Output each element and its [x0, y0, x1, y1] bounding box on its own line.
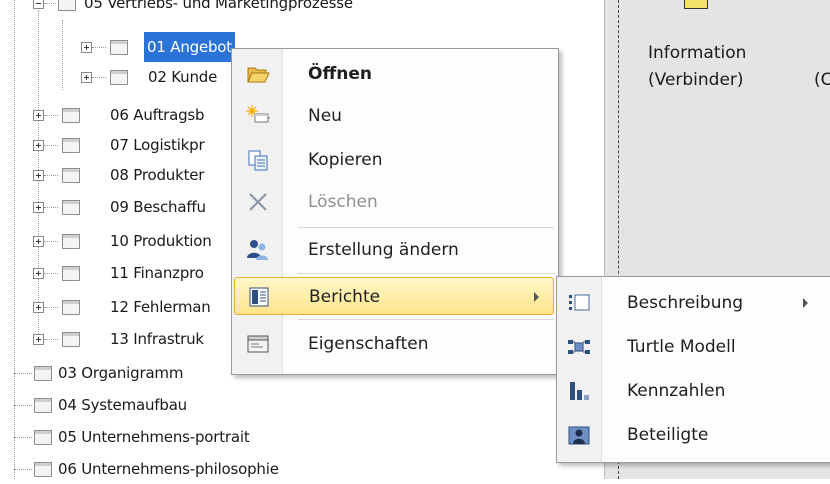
tree-item[interactable]: 05 Unternehmens-portrait — [0, 422, 600, 452]
menu-item-label: Erstellung ändern — [308, 240, 459, 260]
tree-item-label: 05 Vertriebs- und Marketingprozesse — [84, 0, 353, 12]
connector-label-line2: (Verbinder) — [648, 70, 744, 90]
folder-icon — [62, 266, 80, 281]
tree-item-label: 06 Auftragsb — [110, 106, 205, 124]
submenu-item-description[interactable]: Beschreibung — [559, 281, 830, 325]
menu-item-delete[interactable]: Löschen — [234, 183, 554, 221]
tree-item-label: 02 Kunde — [148, 68, 218, 86]
menu-separator — [298, 273, 554, 274]
folder-icon — [62, 108, 80, 123]
tree-item-label: 07 Logistikpr — [110, 136, 205, 154]
expand-icon[interactable] — [81, 42, 92, 53]
menu-separator — [298, 319, 554, 320]
folder-icon — [34, 462, 52, 477]
folder-icon — [110, 40, 128, 55]
tree-item-label: 01 Angebot — [144, 32, 235, 62]
submenu-arrow-icon — [534, 292, 539, 302]
expand-icon[interactable] — [33, 140, 44, 151]
tree-item-label: 03 Organigramm — [58, 364, 184, 382]
menu-item-copy[interactable]: Kopieren — [234, 141, 554, 179]
folder-icon — [34, 366, 52, 381]
menu-item-label: Öffnen — [308, 64, 372, 84]
tree-item-label: 08 Produkter — [110, 166, 205, 184]
expand-icon[interactable] — [33, 170, 44, 181]
tree-item-label: 13 Infrastruk — [110, 330, 204, 348]
new-item-icon — [246, 105, 270, 123]
context-menu: Öffnen Neu Kopieren Löschen Erstellung ä… — [231, 48, 559, 375]
tree-item-label: 06 Unternehmens-philosophie — [58, 460, 279, 478]
tree-item-label: 05 Unternehmens-portrait — [58, 428, 250, 446]
folder-icon — [62, 234, 80, 249]
collapse-icon[interactable] — [33, 0, 44, 9]
tree-item-label: 04 Systemaufbau — [58, 396, 187, 414]
properties-icon — [247, 335, 269, 353]
menu-item-label: Kopieren — [308, 150, 383, 170]
menu-item-new[interactable]: Neu — [234, 97, 554, 135]
submenu-item-turtle-model[interactable]: Turtle Modell — [559, 325, 830, 369]
menu-item-label: Eigenschaften — [308, 334, 429, 354]
connector-shape[interactable]: Information (Verbinder) — [648, 40, 746, 94]
folder-icon — [34, 398, 52, 413]
folder-icon — [62, 200, 80, 215]
folder-icon — [58, 0, 76, 11]
menu-item-reports[interactable]: Berichte — [234, 277, 554, 315]
submenu-item-participants[interactable]: Beteiligte — [559, 413, 830, 457]
tree-item[interactable]: 05 Vertriebs- und Marketingprozesse — [0, 0, 600, 18]
folder-icon — [62, 300, 80, 315]
participants-icon — [568, 426, 590, 445]
reports-submenu: Beschreibung Turtle Modell Kennzahlen Be… — [556, 276, 830, 463]
tree-item[interactable]: 06 Unternehmens-philosophie — [0, 454, 600, 484]
tree-item-label: 09 Beschaffu — [110, 198, 206, 216]
menu-separator — [298, 227, 554, 228]
folder-icon — [34, 430, 52, 445]
expand-icon[interactable] — [33, 334, 44, 345]
menu-item-label: Neu — [308, 106, 342, 126]
shape-label-cut: (C — [814, 70, 830, 90]
folder-open-icon — [247, 67, 270, 83]
tree-item-label: 10 Produktion — [110, 232, 212, 250]
submenu-item-label: Kennzahlen — [627, 381, 726, 401]
menu-item-change-creation[interactable]: Erstellung ändern — [234, 231, 554, 269]
expand-icon[interactable] — [33, 268, 44, 279]
connector-icon — [684, 0, 708, 9]
submenu-item-label: Beteiligte — [627, 425, 709, 445]
folder-icon — [62, 332, 80, 347]
bar-chart-icon — [570, 382, 589, 400]
menu-item-properties[interactable]: Eigenschaften — [234, 325, 554, 363]
submenu-item-label: Turtle Modell — [627, 337, 736, 357]
menu-item-open[interactable]: Öffnen — [234, 55, 554, 93]
users-icon — [247, 240, 268, 260]
delete-icon — [249, 193, 267, 211]
submenu-arrow-icon — [803, 298, 808, 308]
description-icon — [569, 294, 590, 311]
copy-icon — [248, 150, 268, 171]
tree-item-label: 12 Fehlerman — [110, 298, 211, 316]
submenu-item-label: Beschreibung — [627, 293, 744, 313]
turtle-model-icon — [568, 340, 590, 354]
tree-item-label: 11 Finanzpro — [110, 264, 204, 282]
tree-item[interactable]: 04 Systemaufbau — [0, 390, 600, 420]
submenu-item-key-figures[interactable]: Kennzahlen — [559, 369, 830, 413]
expand-icon[interactable] — [33, 110, 44, 121]
folder-icon — [110, 70, 128, 85]
expand-icon[interactable] — [33, 202, 44, 213]
expand-icon[interactable] — [33, 302, 44, 313]
folder-icon — [62, 138, 80, 153]
report-icon — [249, 287, 269, 307]
menu-item-label: Berichte — [309, 287, 381, 307]
connector-label-line1: Information — [648, 43, 747, 63]
menu-item-label: Löschen — [308, 192, 378, 212]
expand-icon[interactable] — [33, 236, 44, 247]
expand-icon[interactable] — [81, 72, 92, 83]
folder-icon — [62, 168, 80, 183]
